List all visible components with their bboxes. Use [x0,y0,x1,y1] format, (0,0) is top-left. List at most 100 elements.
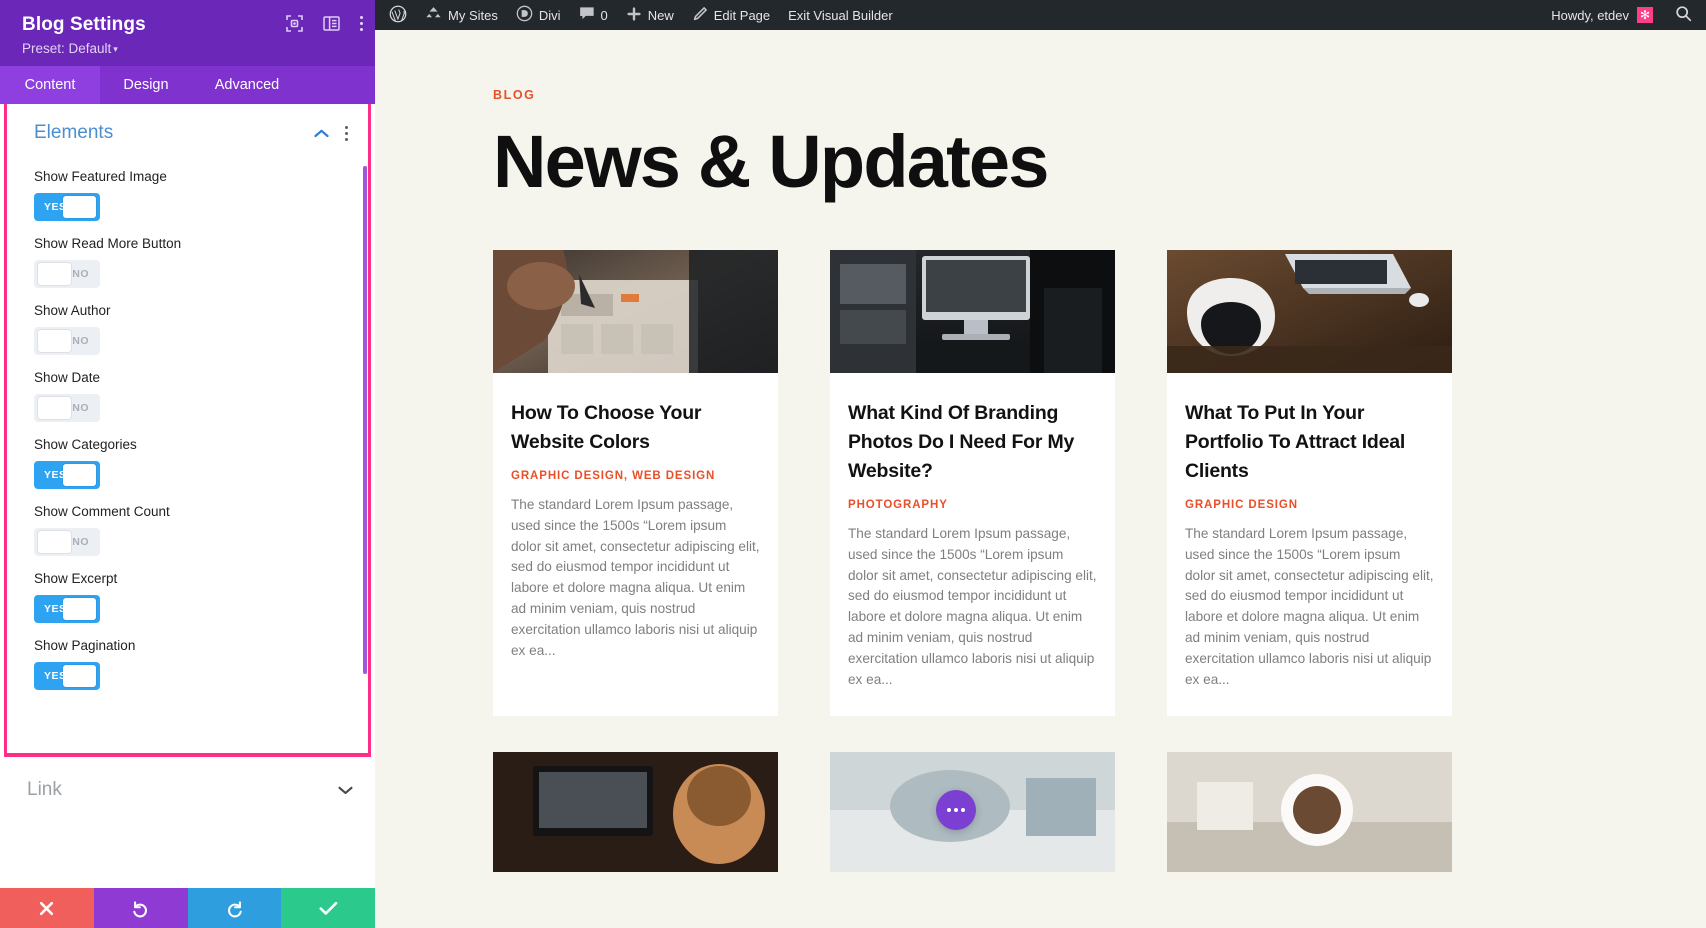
post-excerpt: The standard Lorem Ipsum passage, used s… [848,526,1097,687]
admin-bar-account[interactable]: Howdy, etdev ✻ [1539,7,1665,23]
page-preview: BLOG News & Updates How To Choose Your W… [375,30,1706,928]
field-show-excerpt: Show Excerpt YES [7,570,368,623]
ellipsis-icon [954,808,958,812]
admin-bar-label: Exit Visual Builder [788,7,893,23]
preset-selector[interactable]: Preset: Default ▾ [22,40,357,59]
blog-settings-panel: Blog Settings Preset: Default ▾ Content … [0,0,375,928]
admin-bar-my-sites[interactable]: My Sites [416,0,507,30]
link-section-title: Link [27,779,62,800]
panel-body: Elements Show Featured Image YES Show Re… [0,104,375,888]
field-show-date: Show Date NO [7,369,368,422]
admin-bar-comments[interactable]: 0 [570,0,617,30]
toggle-value: NO [72,536,89,548]
tab-design[interactable]: Design [100,66,192,104]
field-show-categories: Show Categories YES [7,436,368,489]
page-settings-fab[interactable] [936,790,976,830]
toggle-knob [38,263,71,285]
admin-bar-divi[interactable]: Divi [507,0,570,30]
admin-bar-wordpress-logo[interactable] [375,0,416,30]
toggle-value: NO [72,268,89,280]
field-show-pagination: Show Pagination YES [7,637,368,690]
chevron-up-icon[interactable] [314,127,329,140]
wordpress-icon [389,5,407,26]
toggle-knob [38,330,71,352]
chevron-down-icon[interactable] [338,783,353,798]
ellipsis-icon [961,808,965,812]
blog-post-card[interactable]: What To Put In Your Portfolio To Attract… [1167,250,1452,717]
toggle-show-excerpt[interactable]: YES [34,595,100,623]
field-show-comment-count: Show Comment Count NO [7,503,368,556]
undo-button[interactable] [93,888,188,928]
layout-icon[interactable] [323,16,340,31]
post-excerpt: The standard Lorem Ipsum passage, used s… [1185,526,1434,687]
toggle-value: NO [72,335,89,347]
admin-bar-label: Edit Page [713,7,771,23]
page-eyebrow: BLOG [493,88,536,102]
toggle-knob [63,196,96,218]
post-excerpt: The standard Lorem Ipsum passage, used s… [511,497,760,658]
admin-bar-new[interactable]: New [617,0,683,30]
tab-content[interactable]: Content [0,66,100,104]
toggle-show-read-more-button[interactable]: NO [34,260,100,288]
post-categories[interactable]: PHOTOGRAPHY [848,499,1097,511]
tab-advanced[interactable]: Advanced [192,66,302,104]
post-featured-image [493,250,778,373]
admin-bar-items: My Sites Divi 0 New Edit Page Exit Visua… [375,0,902,30]
post-featured-image [830,250,1115,373]
chevron-down-icon: ▾ [113,44,118,54]
group-title: Elements [34,122,114,143]
admin-bar-exit-visual-builder[interactable]: Exit Visual Builder [779,0,902,30]
toggle-knob [38,531,71,553]
field-label: Show Comment Count [34,504,170,519]
toggle-show-pagination[interactable]: YES [34,662,100,690]
elements-group: Elements Show Featured Image YES Show Re… [4,104,371,757]
elements-group-header: Elements [7,104,368,154]
admin-bar-search-button[interactable] [1665,5,1706,25]
admin-bar-label: My Sites [448,7,498,23]
divi-icon [516,5,533,25]
more-vertical-icon[interactable] [345,125,348,141]
expand-icon[interactable] [286,15,303,32]
toggle-knob [63,464,96,486]
toggle-show-comment-count[interactable]: NO [34,528,100,556]
toggle-show-date[interactable]: NO [34,394,100,422]
post-body: How To Choose Your Website Colors GRAPHI… [493,373,778,687]
field-show-read-more-button: Show Read More Button NO [7,235,368,288]
panel-header-icons [286,15,363,32]
post-title[interactable]: What To Put In Your Portfolio To Attract… [1185,399,1434,486]
blog-post-card[interactable]: How To Choose Your Website Colors GRAPHI… [493,250,778,717]
field-label: Show Excerpt [34,571,118,586]
field-label: Show Featured Image [34,169,167,184]
blog-post-grid-row2 [493,752,1706,873]
pencil-icon [692,6,708,25]
post-title[interactable]: How To Choose Your Website Colors [511,399,760,457]
screen-root: Blog Settings Preset: Default ▾ Content … [0,0,1706,928]
blog-post-card[interactable] [1167,752,1452,873]
link-section-header[interactable]: Link [0,757,375,823]
preset-label: Preset: Default [22,41,112,56]
cancel-button[interactable] [0,888,94,928]
save-button[interactable] [281,888,375,928]
toggle-show-featured-image[interactable]: YES [34,193,100,221]
toggle-show-author[interactable]: NO [34,327,100,355]
admin-bar-edit-page[interactable]: Edit Page [683,0,779,30]
post-categories[interactable]: GRAPHIC DESIGN, WEB DESIGN [511,470,760,482]
field-label: Show Date [34,370,101,385]
toggle-knob [63,665,96,687]
redo-button[interactable] [187,888,282,928]
post-categories[interactable]: GRAPHIC DESIGN [1185,499,1434,511]
panel-scrollbar[interactable] [363,166,367,674]
blog-post-card[interactable]: What Kind Of Branding Photos Do I Need F… [830,250,1115,717]
search-icon [1675,5,1692,25]
blog-post-card[interactable] [493,752,778,873]
comment-icon [579,6,595,24]
more-vertical-icon[interactable] [360,16,363,31]
field-label: Show Author [34,303,111,318]
post-body: What To Put In Your Portfolio To Attract… [1167,373,1452,716]
post-title[interactable]: What Kind Of Branding Photos Do I Need F… [848,399,1097,486]
field-label: Show Categories [34,437,137,452]
page-title: News & Updates [493,120,1049,203]
toggle-show-categories[interactable]: YES [34,461,100,489]
field-show-featured-image: Show Featured Image YES [7,168,368,221]
panel-action-bar [0,888,375,928]
